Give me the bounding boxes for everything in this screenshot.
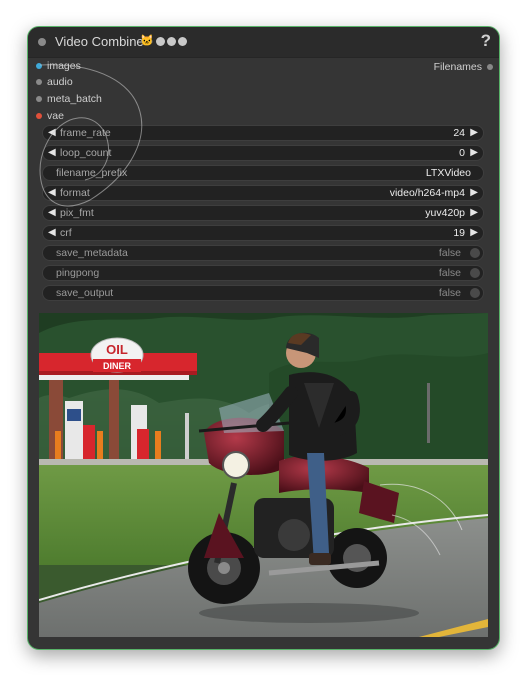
decrement-arrow-icon[interactable]: ◀ [48, 207, 56, 218]
decrement-arrow-icon[interactable]: ◀ [48, 227, 56, 238]
slot-label: meta_batch [47, 93, 102, 105]
widget-label: frame_rate [60, 127, 111, 139]
video-preview-image: OIL DINER [39, 313, 488, 637]
widget-value: 19 [453, 227, 465, 239]
badge-icon [167, 36, 176, 46]
widget-label: pingpong [56, 267, 100, 279]
video-combine-node[interactable]: Video Combine 🐱 ? images audio meta_batc… [27, 26, 500, 650]
widget-value: false [438, 247, 461, 259]
filename-prefix-widget[interactable]: filename_prefix LTXVideo [42, 165, 484, 181]
widget-value: LTXVideo [425, 167, 471, 179]
toggle-knob-icon[interactable] [470, 268, 480, 278]
widget-value: false [438, 267, 461, 279]
input-slot-audio[interactable]: audio [36, 75, 73, 89]
toggle-knob-icon[interactable] [470, 288, 480, 298]
increment-arrow-icon[interactable]: ▶ [470, 207, 478, 218]
node-title: Video Combine [55, 34, 144, 49]
widget-label: pix_fmt [60, 207, 94, 219]
pix-fmt-widget[interactable]: ◀ pix_fmt yuv420p ▶ [42, 205, 484, 221]
slot-label: vae [47, 110, 64, 122]
widget-value: 24 [453, 127, 465, 139]
video-preview[interactable]: OIL DINER [39, 313, 488, 637]
slot-dot-icon[interactable] [36, 96, 42, 102]
decrement-arrow-icon[interactable]: ◀ [48, 187, 56, 198]
save-output-toggle[interactable]: save_output false [42, 285, 484, 301]
badge-icon [178, 36, 187, 46]
widget-value: video/h264-mp4 [389, 187, 465, 199]
widget-value: 0 [459, 147, 465, 159]
increment-arrow-icon[interactable]: ▶ [470, 227, 478, 238]
slot-dot-icon[interactable] [36, 79, 42, 85]
widget-label: save_output [56, 287, 114, 299]
badge-icon [156, 36, 165, 46]
widget-label: filename_prefix [56, 167, 128, 179]
decrement-arrow-icon[interactable]: ◀ [48, 127, 56, 138]
slot-dot-icon[interactable] [36, 63, 42, 69]
sign-text-line1: OIL [106, 342, 128, 357]
widget-label: save_metadata [56, 247, 128, 259]
crf-widget[interactable]: ◀ crf 19 ▶ [42, 225, 484, 241]
slot-dot-icon[interactable] [487, 64, 493, 70]
slot-label: Filenames [433, 61, 482, 73]
decrement-arrow-icon[interactable]: ◀ [48, 147, 56, 158]
pingpong-toggle[interactable]: pingpong false [42, 265, 484, 281]
input-slot-images[interactable]: images [36, 59, 81, 73]
frame-rate-widget[interactable]: ◀ frame_rate 24 ▶ [42, 125, 484, 141]
cat-face-icon: 🐱 [140, 35, 154, 47]
title-badges: 🐱 [140, 35, 187, 47]
collapse-dot-icon[interactable] [38, 38, 46, 46]
slot-dot-icon[interactable] [36, 113, 42, 119]
input-slot-meta-batch[interactable]: meta_batch [36, 92, 102, 106]
node-title-bar[interactable]: Video Combine 🐱 ? [28, 27, 499, 58]
slot-label: audio [47, 76, 73, 88]
help-icon[interactable]: ? [481, 31, 491, 51]
widget-label: format [60, 187, 90, 199]
widget-label: crf [60, 227, 72, 239]
format-widget[interactable]: ◀ format video/h264-mp4 ▶ [42, 185, 484, 201]
output-slot-filenames[interactable]: Filenames [434, 60, 493, 74]
widget-value: false [438, 287, 461, 299]
loop-count-widget[interactable]: ◀ loop_count 0 ▶ [42, 145, 484, 161]
increment-arrow-icon[interactable]: ▶ [470, 127, 478, 138]
widget-label: loop_count [60, 147, 112, 159]
increment-arrow-icon[interactable]: ▶ [470, 147, 478, 158]
save-metadata-toggle[interactable]: save_metadata false [42, 245, 484, 261]
toggle-knob-icon[interactable] [470, 248, 480, 258]
input-slot-vae[interactable]: vae [36, 109, 64, 123]
increment-arrow-icon[interactable]: ▶ [470, 187, 478, 198]
sign-text-line2: DINER [103, 361, 132, 371]
slot-label: images [47, 60, 81, 72]
widget-value: yuv420p [425, 207, 465, 219]
